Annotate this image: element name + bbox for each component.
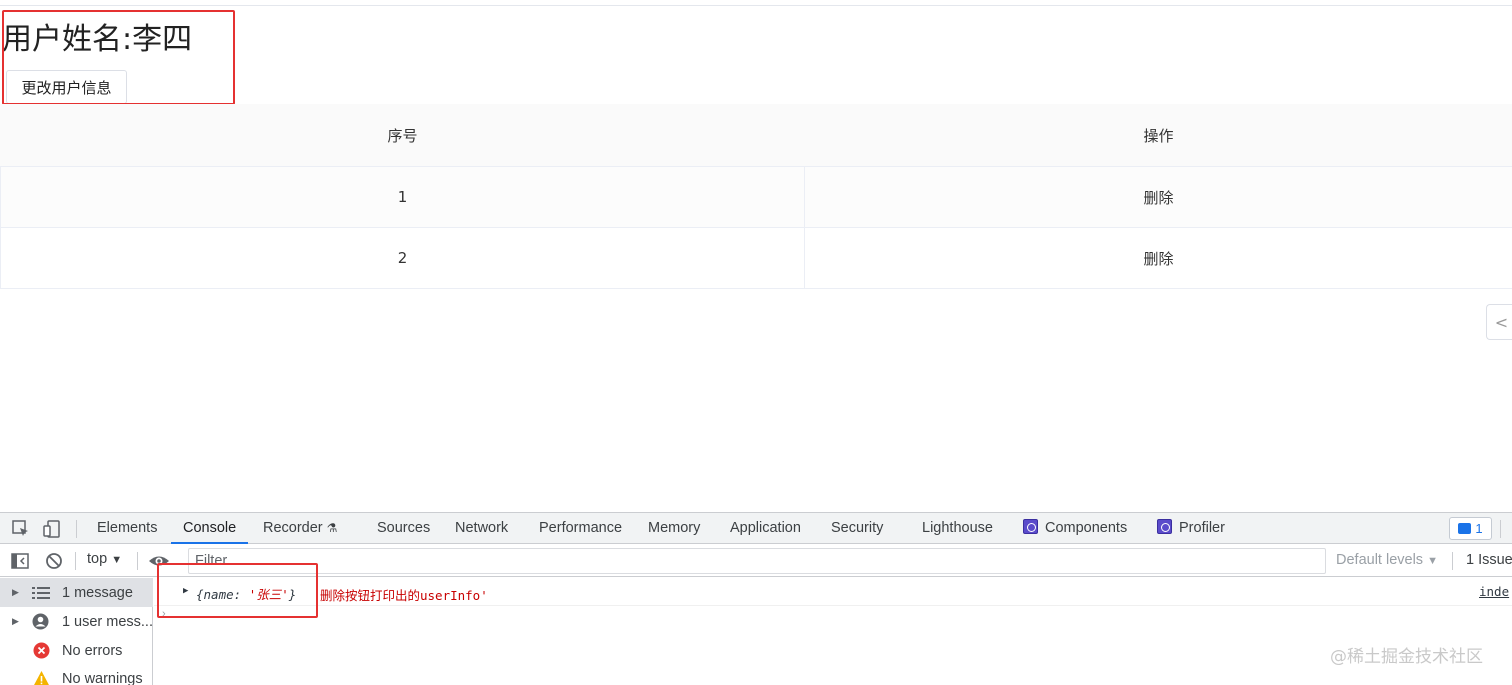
page-top-divider [0, 5, 1512, 6]
tab-profiler-label: Profiler [1179, 520, 1225, 536]
delete-button[interactable]: 删除 [1143, 187, 1173, 208]
tab-network[interactable]: Network [455, 513, 508, 544]
toolbar-separator [137, 552, 138, 570]
log-levels-dropdown[interactable]: Default levels ▼ [1336, 552, 1438, 568]
tab-memory[interactable]: Memory [648, 513, 700, 544]
tab-elements[interactable]: Elements [97, 513, 157, 544]
list-icon [32, 584, 50, 602]
console-log-row: ▶ {name: '张三'} 删除按钮打印出的userInfo' inde [154, 578, 1512, 606]
table-row: 1 删除 [0, 167, 1512, 228]
inspect-element-icon[interactable] [11, 519, 31, 539]
clear-console-icon[interactable] [44, 551, 64, 571]
row-action-cell: 删除 [805, 228, 1512, 288]
tab-sources[interactable]: Sources [377, 513, 430, 544]
change-user-info-button[interactable]: 更改用户信息 [6, 70, 127, 104]
delete-button[interactable]: 删除 [1143, 248, 1173, 269]
error-icon [32, 642, 50, 660]
sidebar-item-label: 1 user mess... [61, 613, 153, 630]
tab-console[interactable]: Console [171, 513, 249, 544]
tab-separator [76, 520, 77, 538]
expand-arrow-icon: ▶ [12, 587, 19, 597]
dropdown-arrow-icon: ▼ [111, 554, 123, 566]
log-object-close: } [288, 587, 297, 602]
tab-security[interactable]: Security [831, 513, 883, 544]
user-icon [32, 613, 50, 631]
toolbar-separator [75, 552, 76, 570]
issues-count-button[interactable]: 1 Issue: [1466, 552, 1512, 568]
log-levels-label: Default levels [1336, 552, 1424, 568]
expand-arrow-icon: ▶ [12, 616, 19, 626]
tab-recorder[interactable]: Recorder ⚗ [263, 513, 337, 544]
device-toolbar-icon[interactable] [42, 519, 62, 539]
sidebar-item-errors[interactable]: No errors [0, 636, 153, 665]
console-prompt-icon[interactable]: › [162, 608, 166, 620]
context-select[interactable]: top ▼ [87, 551, 122, 567]
sidebar-item-user-messages[interactable]: ▶ 1 user mess... [0, 607, 153, 636]
table-header-row: 序号 操作 [0, 104, 1512, 167]
dropdown-arrow-icon: ▼ [1427, 555, 1438, 567]
tab-lighthouse[interactable]: Lighthouse [922, 513, 993, 544]
row-index-cell: 2 [0, 228, 805, 288]
tab-profiler[interactable]: Profiler [1157, 513, 1225, 544]
tab-separator [1500, 520, 1501, 538]
log-message-text: 删除按钮打印出的userInfo' [320, 588, 488, 603]
row-action-cell: 删除 [805, 167, 1512, 227]
log-object-key: {name: [196, 587, 249, 602]
log-object-preview[interactable]: {name: '张三'} [196, 584, 296, 603]
watermark-text: @稀土掘金技术社区 [1330, 647, 1483, 667]
console-toolbar: top ▼ Default levels ▼ 1 Issue: [0, 545, 1512, 577]
tab-components-label: Components [1045, 520, 1128, 536]
console-filter-input[interactable] [188, 548, 1326, 574]
user-name-heading: 用户姓名:李四 [2, 22, 193, 57]
row-index-cell: 1 [0, 167, 805, 227]
devtools-panel: Elements Console Recorder ⚗ Sources Netw… [0, 512, 1512, 685]
column-header-action: 操作 [1143, 126, 1174, 145]
toolbar-separator [1452, 552, 1453, 570]
sidebar-item-label: No warnings [62, 670, 143, 685]
issues-badge-count: 1 [1475, 521, 1483, 536]
tab-application[interactable]: Application [730, 513, 801, 544]
sidebar-toggle-icon[interactable] [10, 551, 30, 571]
log-object-value: '张三' [248, 587, 289, 602]
react-icon [1023, 519, 1038, 534]
sidebar-item-label: 1 message [62, 584, 133, 601]
sidebar-item-warnings[interactable]: No warnings [0, 664, 153, 685]
tab-recorder-label: Recorder [263, 520, 323, 536]
console-sidebar: ▶ 1 message ▶ 1 user mess... No errors N… [0, 578, 153, 685]
eye-icon[interactable] [148, 551, 169, 571]
react-icon [1157, 519, 1172, 534]
tab-components[interactable]: Components [1023, 513, 1127, 544]
devtools-tab-bar: Elements Console Recorder ⚗ Sources Netw… [0, 513, 1512, 544]
issues-badge-button[interactable]: 1 [1449, 517, 1492, 540]
console-output: ▶ {name: '张三'} 删除按钮打印出的userInfo' inde › [154, 578, 1512, 685]
log-source-link[interactable]: inde [1479, 584, 1509, 599]
sidebar-item-messages[interactable]: ▶ 1 message [0, 578, 153, 607]
warning-icon [32, 670, 50, 685]
column-header-index: 序号 [387, 126, 418, 145]
flask-icon: ⚗ [326, 521, 338, 535]
collapse-handle[interactable]: < [1486, 304, 1512, 340]
sidebar-item-label: No errors [62, 642, 123, 659]
data-table: 序号 操作 1 删除 2 删除 [0, 104, 1512, 289]
expand-object-icon[interactable]: ▶ [183, 586, 188, 596]
tab-performance[interactable]: Performance [539, 513, 622, 544]
message-icon [1458, 523, 1472, 534]
table-row: 2 删除 [0, 228, 1512, 289]
context-select-value: top [87, 551, 108, 567]
